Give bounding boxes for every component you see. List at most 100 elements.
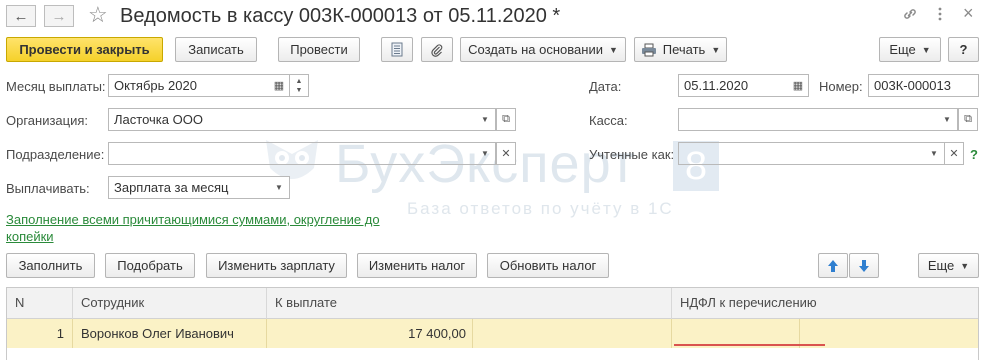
table-more-button[interactable]: Еще ▼	[918, 253, 979, 278]
calendar-icon[interactable]: ▦	[269, 75, 289, 96]
month-field[interactable]: Октябрь 2020 ▦	[108, 74, 290, 97]
clear-department-button[interactable]: ✕	[496, 142, 516, 165]
number-field[interactable]: 003К-000013	[868, 74, 979, 97]
change-tax-button[interactable]: Изменить налог	[357, 253, 477, 278]
department-field[interactable]: ▼	[108, 142, 496, 165]
post-button[interactable]: Провести	[278, 37, 360, 62]
open-kassa-button[interactable]: ⧉	[958, 108, 978, 131]
pay-type-field[interactable]: Зарплата за месяц ▼	[108, 176, 290, 199]
column-header-n[interactable]: N	[7, 288, 73, 319]
fill-settings-link[interactable]: Заполнение всеми причитающимися суммами,…	[6, 211, 391, 245]
month-label: Месяц выплаты:	[6, 79, 106, 94]
calendar-icon[interactable]: ▦	[788, 75, 808, 96]
window-title: Ведомость в кассу 003К-000013 от 05.11.2…	[120, 5, 561, 27]
number-label: Номер:	[819, 79, 863, 94]
post-and-close-button[interactable]: Провести и закрыть	[6, 37, 163, 62]
fill-label: Заполнить	[18, 258, 83, 273]
journal-button[interactable]	[381, 37, 413, 62]
move-down-button[interactable]	[849, 253, 879, 278]
pay-label: Выплачивать:	[6, 181, 90, 196]
select-button[interactable]: Подобрать	[105, 253, 195, 278]
save-label: Записать	[188, 42, 244, 57]
table-header: N Сотрудник К выплате НДФЛ к перечислени…	[7, 288, 978, 319]
month-value: Октябрь 2020	[114, 78, 197, 93]
paperclip-icon	[431, 43, 443, 57]
arrow-up-icon	[828, 259, 838, 272]
organization-label: Организация:	[6, 113, 89, 128]
favorite-star-icon[interactable]: ☆	[88, 3, 108, 27]
post-label: Провести	[290, 42, 348, 57]
caret-down-icon: ▼	[711, 44, 721, 55]
date-value: 05.11.2020	[684, 78, 749, 93]
accounted-help-link[interactable]: ?	[970, 147, 978, 163]
cell-n[interactable]: 1	[7, 319, 73, 348]
forward-button[interactable]: →	[44, 5, 74, 27]
pay-type-value: Зарплата за месяц	[114, 180, 229, 195]
caret-down-icon: ▼	[921, 44, 931, 55]
more-label: Еще	[889, 42, 916, 57]
month-stepper[interactable]: ▲ ▼	[289, 74, 309, 97]
change-tax-label: Изменить налог	[368, 258, 466, 273]
update-tax-label: Обновить налог	[499, 258, 597, 273]
column-header-employee[interactable]: Сотрудник	[73, 288, 267, 319]
kassa-field[interactable]: ▼	[678, 108, 958, 131]
clear-accounted-as-button[interactable]: ✕	[944, 142, 964, 165]
date-field[interactable]: 05.11.2020 ▦	[678, 74, 809, 97]
cell-amount[interactable]: 17 400,00	[267, 319, 473, 348]
chevron-down-icon[interactable]: ▼	[269, 177, 289, 198]
arrow-up-icon[interactable]: ▲	[296, 77, 303, 86]
caret-down-icon: ▼	[608, 44, 618, 55]
save-button[interactable]: Записать	[175, 37, 257, 62]
vertical-dots-icon[interactable]	[937, 6, 943, 27]
cell-ndfl-extra[interactable]	[800, 319, 978, 348]
open-organization-button[interactable]: ⧉	[496, 108, 516, 131]
table-row[interactable]: 1 Воронков Олег Иванович 17 400,00	[7, 319, 978, 348]
clear-icon: ✕	[949, 148, 959, 160]
accounted-as-field[interactable]: ▼	[678, 142, 945, 165]
print-label: Печать	[662, 42, 706, 57]
error-underline	[674, 344, 825, 346]
table-more-label: Еще	[927, 258, 955, 273]
create-based-on-button[interactable]: Создать на основании ▼	[460, 37, 626, 62]
arrow-left-icon: ←	[13, 7, 29, 25]
back-button[interactable]: ←	[6, 5, 36, 27]
arrow-down-icon[interactable]: ▼	[296, 86, 303, 95]
more-button[interactable]: Еще ▼	[879, 37, 941, 62]
chevron-down-icon[interactable]: ▼	[924, 143, 944, 164]
help-button[interactable]: ?	[948, 37, 979, 62]
fill-button[interactable]: Заполнить	[6, 253, 95, 278]
print-button[interactable]: Печать ▼	[634, 37, 727, 62]
update-tax-button[interactable]: Обновить налог	[487, 253, 609, 278]
organization-field[interactable]: Ласточка ООО ▼	[108, 108, 496, 131]
caret-down-icon: ▼	[960, 260, 970, 271]
organization-value: Ласточка ООО	[114, 112, 203, 127]
date-label: Дата:	[589, 79, 622, 94]
number-value: 003К-000013	[874, 78, 951, 93]
kassa-label: Касса:	[589, 113, 628, 128]
cell-amount-extra[interactable]	[473, 319, 672, 348]
open-form-icon: ⧉	[502, 113, 510, 125]
select-label: Подобрать	[117, 258, 183, 273]
open-form-icon: ⧉	[964, 113, 972, 125]
watermark-tagline: База ответов по учёту в 1С	[407, 199, 674, 218]
column-header-amount[interactable]: К выплате	[267, 288, 672, 319]
move-up-button[interactable]	[818, 253, 848, 278]
department-label: Подразделение:	[6, 147, 105, 162]
column-header-ndfl[interactable]: НДФЛ к перечислению	[672, 288, 978, 319]
attach-files-button[interactable]	[421, 37, 453, 62]
chevron-down-icon[interactable]: ▼	[937, 109, 957, 130]
chevron-down-icon[interactable]: ▼	[475, 143, 495, 164]
close-icon[interactable]: ×	[963, 4, 974, 22]
change-salary-label: Изменить зарплату	[218, 258, 335, 273]
create-based-label: Создать на основании	[468, 42, 603, 57]
arrow-down-icon	[859, 259, 869, 272]
chevron-down-icon[interactable]: ▼	[475, 109, 495, 130]
accounted-as-label: Учтенные как:	[589, 147, 675, 162]
document-journal-icon	[391, 42, 403, 57]
cell-employee[interactable]: Воронков Олег Иванович	[73, 319, 267, 348]
employees-table: N Сотрудник К выплате НДФЛ к перечислени…	[6, 287, 979, 360]
chain-link-icon[interactable]	[902, 6, 918, 27]
arrow-right-icon: →	[51, 7, 67, 25]
change-salary-button[interactable]: Изменить зарплату	[206, 253, 347, 278]
printer-icon	[641, 43, 656, 56]
